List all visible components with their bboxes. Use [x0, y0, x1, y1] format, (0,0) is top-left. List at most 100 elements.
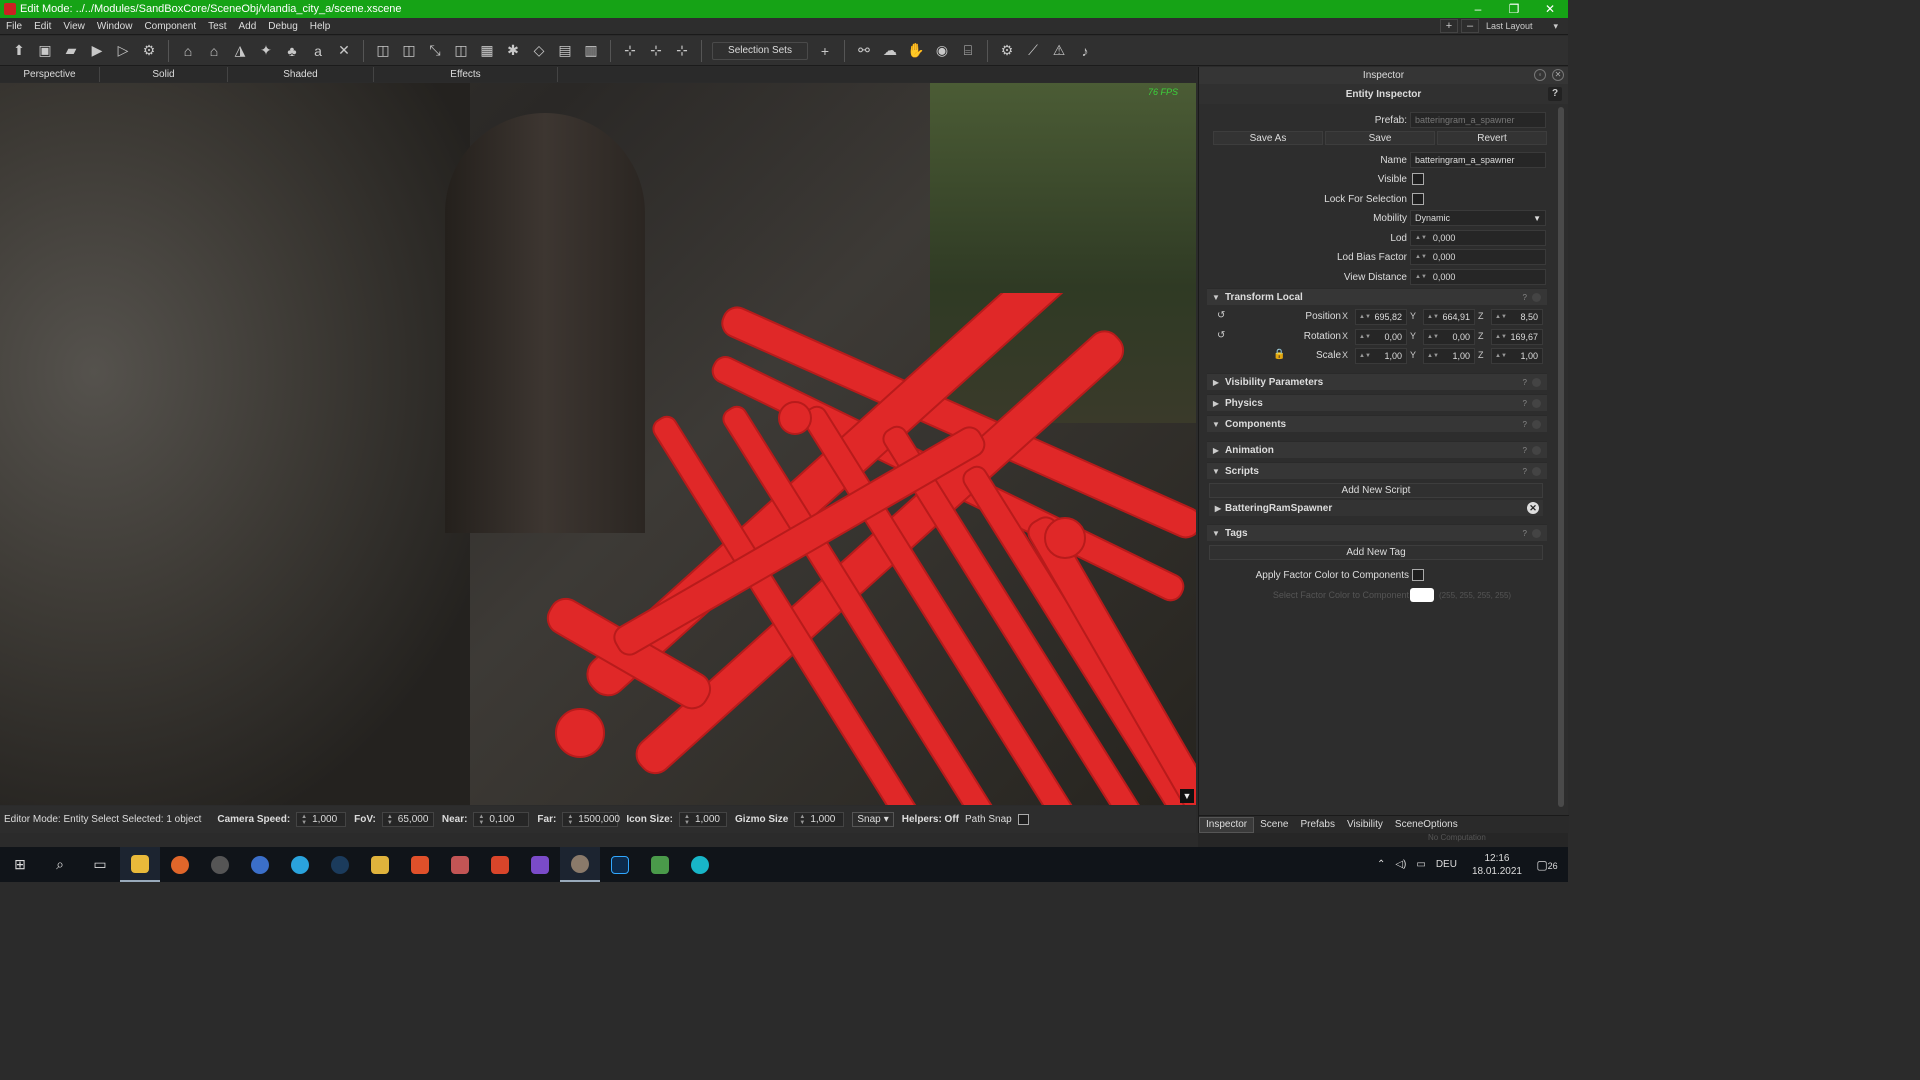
tags-section-header[interactable]: ▼ Tags ? [1207, 524, 1547, 541]
script-item[interactable]: ▶ BatteringRamSpawner ✕ [1209, 500, 1543, 516]
notification-icon[interactable]: ▢26 [1532, 858, 1562, 872]
remove-layout-button[interactable]: – [1461, 19, 1479, 33]
path-snap-checkbox[interactable] [1017, 814, 1029, 825]
tab-prefabs[interactable]: Prefabs [1295, 817, 1341, 833]
discord-icon[interactable] [440, 847, 480, 882]
windows-start-icon[interactable]: ⊞ [0, 847, 40, 882]
icon-size-input[interactable]: ▲ ▼ 1,000 [679, 812, 728, 827]
visibility-section-header[interactable]: ▶ Visibility Parameters ? [1207, 373, 1547, 390]
rotation-z-input[interactable]: ▲▼ 169,67 [1491, 329, 1543, 345]
toggle-dot-icon[interactable] [1532, 378, 1541, 387]
far-input[interactable]: ▲ ▼ 1500,000 [562, 812, 620, 827]
menu-file[interactable]: File [0, 21, 28, 32]
firefox-icon[interactable] [160, 847, 200, 882]
transform-icon[interactable]: ✦ [253, 40, 279, 62]
cube-icon[interactable]: ◫ [370, 40, 396, 62]
position-z-input[interactable]: ▲▼ 8,50 [1491, 309, 1543, 325]
menu-test[interactable]: Test [202, 21, 232, 32]
menu-help[interactable]: Help [304, 21, 337, 32]
logitech-icon[interactable] [680, 847, 720, 882]
maximize-button[interactable]: ❐ [1496, 2, 1532, 16]
reset-icon[interactable]: ↺ [1217, 310, 1225, 321]
add-layout-button[interactable]: + [1440, 19, 1458, 33]
volume-icon[interactable]: ◁) [1395, 859, 1406, 870]
solid-tab[interactable]: Solid [100, 67, 228, 82]
snap-edge-icon[interactable]: ⊹ [643, 40, 669, 62]
menu-window[interactable]: Window [91, 21, 139, 32]
tool-icon[interactable]: ✕ [331, 40, 357, 62]
gear-cube-icon[interactable]: ⚙ [994, 40, 1020, 62]
add-new-tag-button[interactable]: Add New Tag [1209, 545, 1543, 560]
apply-factor-checkbox[interactable] [1412, 569, 1424, 581]
hill-icon[interactable]: ◮ [227, 40, 253, 62]
tab-inspector[interactable]: Inspector [1199, 816, 1255, 833]
scene-viewport[interactable]: 76 FPS ▼ [0, 83, 1196, 805]
gizmo-size-input[interactable]: ▲ ▼ 1,000 [794, 812, 845, 827]
scale-y-input[interactable]: ▲▼ 1,00 [1423, 348, 1475, 364]
scale-icon[interactable]: ⤡ [422, 40, 448, 62]
layout-select[interactable]: Last Layout ▾ [1482, 19, 1562, 33]
open-folder-icon[interactable]: ▰ [58, 40, 84, 62]
sound-icon[interactable]: ♪ [1072, 40, 1098, 62]
cube-select-icon[interactable]: ◫ [448, 40, 474, 62]
snap-dropdown[interactable]: Snap ▾ [852, 812, 894, 827]
minimize-button[interactable]: – [1460, 2, 1496, 16]
effects-tab[interactable]: Effects [374, 67, 558, 82]
scale-x-input[interactable]: ▲▼ 1,00 [1355, 348, 1407, 364]
binoculars-icon[interactable]: ⚯ [851, 40, 877, 62]
save-icon[interactable]: ▣ [32, 40, 58, 62]
toggle-dot-icon[interactable] [1532, 420, 1541, 429]
snap-face-icon[interactable]: ⊹ [669, 40, 695, 62]
factor-color-swatch[interactable] [1410, 588, 1434, 602]
help-icon[interactable]: ? [1523, 467, 1527, 476]
ruler-icon[interactable]: ⟋ [1020, 40, 1046, 62]
app-blue-icon[interactable] [240, 847, 280, 882]
physics-section-header[interactable]: ▶ Physics ? [1207, 394, 1547, 411]
new-scene-icon[interactable]: ⬆ [6, 40, 32, 62]
selection-sets-dropdown[interactable]: Selection Sets [712, 41, 808, 60]
tab-scene[interactable]: Scene [1254, 817, 1294, 833]
lock-icon[interactable]: 🔒 [1273, 349, 1285, 360]
toggle-dot-icon[interactable] [1532, 399, 1541, 408]
tree-icon[interactable]: ♣ [279, 40, 305, 62]
eye-icon[interactable]: ◉ [929, 40, 955, 62]
lock-checkbox[interactable] [1412, 193, 1424, 205]
photoshop-icon[interactable] [600, 847, 640, 882]
network-icon[interactable]: ▭ [1416, 859, 1425, 870]
html-icon[interactable] [480, 847, 520, 882]
help-button[interactable]: ? [1548, 87, 1562, 101]
help-icon[interactable]: ? [1523, 378, 1527, 387]
bannerlord-icon[interactable] [560, 847, 600, 882]
warning-icon[interactable]: ⚠ [1046, 40, 1072, 62]
shaded-tab[interactable]: Shaded [228, 67, 374, 82]
rotation-x-input[interactable]: ▲▼ 0,00 [1355, 329, 1407, 345]
inspector-scrollbar[interactable] [1558, 107, 1564, 807]
near-input[interactable]: ▲ ▼ 0,100 [473, 812, 530, 827]
toggle-dot-icon[interactable] [1532, 293, 1541, 302]
weather-icon[interactable]: ☁ [877, 40, 903, 62]
add-new-script-button[interactable]: Add New Script [1209, 483, 1543, 498]
help-icon[interactable]: ? [1523, 446, 1527, 455]
revert-button[interactable]: Revert [1437, 131, 1547, 145]
view-distance-input[interactable]: ▲▼ 0,000 [1410, 269, 1546, 285]
menu-view[interactable]: View [57, 21, 91, 32]
paint-icon[interactable] [640, 847, 680, 882]
mobility-select[interactable]: Dynamic ▼ [1410, 210, 1546, 226]
close-button[interactable]: ✕ [1532, 2, 1568, 16]
position-y-input[interactable]: ▲▼ 664,91 [1423, 309, 1475, 325]
gi-icon[interactable]: ⌸ [955, 40, 981, 62]
save-button[interactable]: Save [1325, 131, 1435, 145]
toggle-dot-icon[interactable] [1532, 467, 1541, 476]
box-dashed-icon[interactable]: ◇ [526, 40, 552, 62]
slack-icon[interactable] [360, 847, 400, 882]
house-icon[interactable]: ⌂ [201, 40, 227, 62]
lod-input[interactable]: ▲▼ 0,000 [1410, 230, 1546, 246]
toggle-dot-icon[interactable] [1532, 446, 1541, 455]
grid-icon[interactable]: ▦ [474, 40, 500, 62]
scale-z-input[interactable]: ▲▼ 1,00 [1491, 348, 1543, 364]
file-explorer-icon[interactable] [120, 847, 160, 882]
browser-icon[interactable] [200, 847, 240, 882]
brave-icon[interactable] [400, 847, 440, 882]
animation-section-header[interactable]: ▶ Animation ? [1207, 441, 1547, 458]
language-indicator[interactable]: DEU [1436, 859, 1457, 870]
